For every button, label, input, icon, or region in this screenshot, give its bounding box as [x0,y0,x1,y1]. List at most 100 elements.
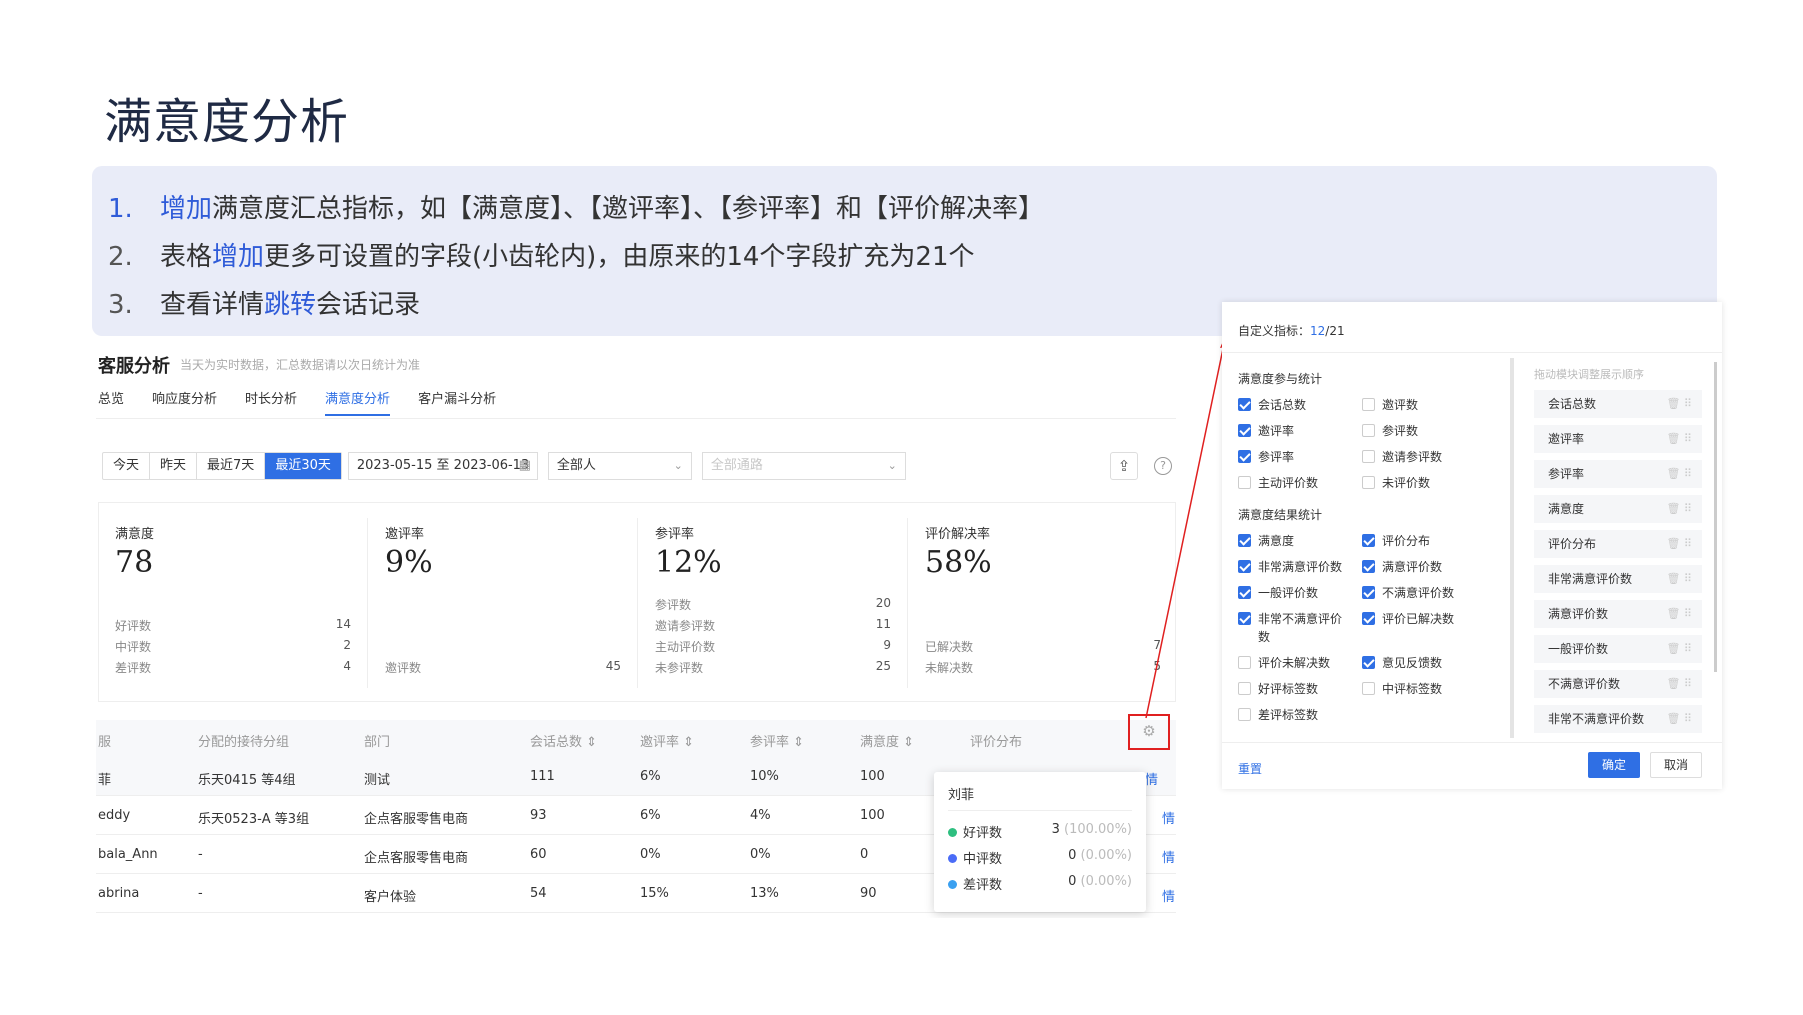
metric-checkbox[interactable]: 非常不满意评价 [1238,610,1342,627]
metric-checkbox[interactable]: 好评标签数 [1238,680,1318,697]
sortable-item[interactable]: 评价分布 🗑 ⠿ [1534,530,1702,558]
export-icon[interactable]: ⇪ [1110,452,1138,480]
sortable-item[interactable]: 一般评价数 🗑 ⠿ [1534,635,1702,663]
metric-checkbox[interactable]: 参评数 [1362,422,1418,439]
summary-cards: 满意度 78 好评数 14 中评数 2 差评数 4 邀评率 9% 邀评数 45 参评率 … [98,502,1176,702]
sort-hint: 拖动模块调整展示顺序 [1534,368,1644,381]
trash-drag-icon[interactable]: 🗑 ⠿ [1666,425,1692,453]
tab-funnel[interactable]: 客户漏斗分析 [418,388,496,416]
sortable-item[interactable]: 满意度 🗑 ⠿ [1534,495,1702,523]
card-separator [637,518,638,688]
metric-checkbox[interactable]: 邀评率 [1238,422,1294,439]
slide-title: 满意度分析 [104,94,350,150]
date-range-value: 2023-05-15 至 2023-06-13 [356,458,530,473]
range-30days[interactable]: 最近30天 [265,453,341,479]
view-detail-link[interactable]: 情 [1162,847,1175,866]
view-detail-link[interactable]: 情 [1162,808,1175,827]
tooltip-item: 中评数 0 (0.00%) [948,848,1132,867]
trash-drag-icon[interactable]: 🗑 ⠿ [1666,390,1692,418]
card-label: 评价解决率 [925,527,991,542]
cancel-button[interactable]: 取消 [1650,752,1702,778]
card-participation-rate: 参评率 12% 参评数 20 邀请参评数 11 主动评价数 9 未参评数 25 [639,503,907,703]
tab-response[interactable]: 响应度分析 [152,388,217,416]
column-header[interactable]: 参评率 ⇕ [750,731,804,750]
view-detail-link[interactable]: 情 [1162,886,1175,905]
metric-checkbox[interactable]: 邀请参评数 [1362,448,1442,465]
sortable-item[interactable]: 不满意评价数 🗑 ⠿ [1534,670,1702,698]
group-title: 满意度结果统计 [1238,508,1323,522]
metric-checkbox[interactable]: 主动评价数 [1238,474,1318,491]
card-row: 已解决数 7 [925,638,1161,654]
card-row: 未参评数 25 [655,659,891,675]
metric-checkbox[interactable]: 差评标签数 [1238,706,1318,723]
cell: 0% [640,847,661,862]
cell: 6% [640,769,661,784]
sortable-item[interactable]: 参评率 🗑 ⠿ [1534,460,1702,488]
tooltip-item: 好评数 3 (100.00%) [948,822,1132,841]
tooltip-agent-name: 刘菲 [948,788,975,803]
cell: 90 [860,886,877,901]
column-header: 部门 [364,735,391,750]
note-number: 3. [108,290,133,320]
cell: eddy [98,808,131,823]
cell: bala_Ann [98,847,158,862]
column-header[interactable]: 满意度 ⇕ [860,731,914,750]
confirm-button[interactable]: 确定 [1588,752,1640,778]
card-label: 参评率 [655,527,695,542]
trash-drag-icon[interactable]: 🗑 ⠿ [1666,670,1692,698]
metric-checkbox[interactable]: 中评标签数 [1362,680,1442,697]
card-value: 78 [115,545,154,580]
trash-drag-icon[interactable]: 🗑 ⠿ [1666,495,1692,523]
metric-checkbox[interactable]: 意见反馈数 [1362,654,1442,671]
metric-checkbox[interactable]: 会话总数 [1238,396,1306,413]
metric-checkbox[interactable]: 未评价数 [1362,474,1430,491]
tooltip-item: 差评数 0 (0.00%) [948,874,1132,893]
metric-checkbox[interactable]: 评价已解决数 [1362,610,1454,627]
sortable-item[interactable]: 会话总数 🗑 ⠿ [1534,390,1702,418]
cell: 60 [530,847,547,862]
trash-drag-icon[interactable]: 🗑 ⠿ [1666,460,1692,488]
service-analysis-screenshot: 客服分析 当天为实时数据，汇总数据请以次日统计为准 总览 响应度分析 时长分析 … [96,338,1181,918]
sortable-item[interactable]: 非常不满意评价数 🗑 ⠿ [1534,705,1702,733]
trash-drag-icon[interactable]: 🗑 ⠿ [1666,565,1692,593]
sortable-item[interactable]: 非常满意评价数 🗑 ⠿ [1534,565,1702,593]
chevron-down-icon: ⌄ [673,459,683,472]
note-highlight: 增加 [160,194,213,224]
tab-bar: 总览 响应度分析 时长分析 满意度分析 客户漏斗分析 [98,388,496,418]
metric-checkbox[interactable]: 满意度 [1238,532,1294,549]
page-title: 客服分析 [98,356,170,377]
people-select[interactable]: 全部人 ⌄ [547,452,692,480]
cell: 6% [640,808,661,823]
trash-drag-icon[interactable]: 🗑 ⠿ [1666,530,1692,558]
range-today[interactable]: 今天 [103,453,151,479]
trash-drag-icon[interactable]: 🗑 ⠿ [1666,600,1692,628]
trash-drag-icon[interactable]: 🗑 ⠿ [1666,635,1692,663]
reset-button[interactable]: 重置 [1238,760,1262,777]
cell: 4% [750,808,771,823]
sortable-item[interactable]: 满意评价数 🗑 ⠿ [1534,600,1702,628]
metric-checkbox[interactable]: 不满意评价数 [1362,584,1454,601]
cell: 10% [750,769,779,784]
tab-overview[interactable]: 总览 [98,388,124,416]
note-highlight: 跳转 [264,290,317,320]
metric-checkbox[interactable]: 一般评价数 [1238,584,1318,601]
metric-checkbox[interactable]: 非常满意评价数 [1238,558,1342,575]
range-7days[interactable]: 最近7天 [197,453,266,479]
metric-checkbox[interactable]: 满意评价数 [1362,558,1442,575]
metric-checkbox[interactable]: 评价未解决数 [1238,654,1330,671]
metric-checkbox[interactable]: 参评率 [1238,448,1294,465]
column-header[interactable]: 会话总数 ⇕ [530,731,597,750]
metric-checkbox[interactable]: 评价分布 [1362,532,1430,549]
card-row: 中评数 2 [115,638,351,654]
sortable-item[interactable]: 邀评率 🗑 ⠿ [1534,425,1702,453]
scrollbar[interactable] [1714,362,1717,672]
range-yesterday[interactable]: 昨天 [150,453,198,479]
tab-satisfaction[interactable]: 满意度分析 [325,388,391,416]
column-header[interactable]: 邀评率 ⇕ [640,731,694,750]
metric-checkbox[interactable]: 邀评数 [1362,396,1418,413]
channel-select[interactable]: 全部通路 ⌄ [701,452,906,480]
cell: 0% [750,847,771,862]
tab-duration[interactable]: 时长分析 [245,388,297,416]
trash-drag-icon[interactable]: 🗑 ⠿ [1666,705,1692,733]
date-range-picker[interactable]: 2023-05-15 至 2023-06-13 ▦ [347,452,538,480]
